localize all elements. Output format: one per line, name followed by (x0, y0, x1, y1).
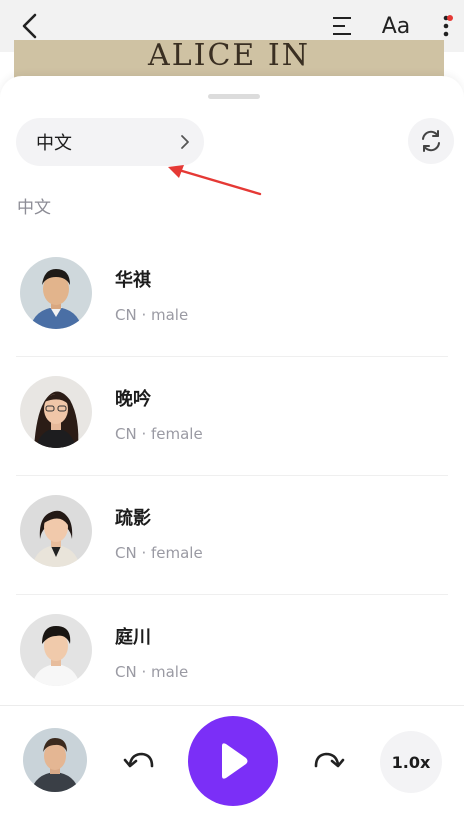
player-bar: 1.0x (0, 705, 464, 830)
voice-meta: CN · female (115, 544, 203, 562)
voice-name: 疏影 (115, 508, 151, 529)
voice-name: 华祺 (115, 270, 151, 291)
language-label: 中文 (36, 133, 72, 154)
voice-meta: CN · male (115, 306, 189, 324)
voice-list: 华祺 CN · male 晚吟 CN · female 疏影 CN · fema… (0, 238, 464, 714)
section-label: 中文 (17, 198, 51, 218)
voice-name: 晚吟 (115, 389, 151, 410)
back-button[interactable] (12, 8, 48, 44)
rewind-button[interactable] (122, 744, 158, 780)
man-suit-avatar (20, 257, 92, 329)
voice-item[interactable]: 疏影 CN · female (0, 476, 464, 595)
forward-icon (314, 752, 345, 768)
rewind-icon (123, 752, 154, 768)
voice-item[interactable]: 晚吟 CN · female (0, 357, 464, 476)
chevron-left-icon (22, 13, 37, 39)
book-banner: ALICE IN WONDERLAND (14, 40, 444, 80)
table-of-contents-button[interactable] (324, 8, 360, 44)
current-voice-avatar[interactable] (23, 728, 87, 792)
play-icon (222, 743, 248, 779)
language-selector-button[interactable]: 中文 (16, 118, 204, 166)
notification-dot (447, 15, 453, 21)
young-man-avatar (20, 614, 92, 686)
voice-name: 庭川 (115, 627, 151, 648)
annotation-arrow-icon (168, 165, 262, 196)
play-button[interactable] (188, 716, 278, 806)
table-of-contents-icon (333, 17, 351, 35)
playback-speed-button[interactable]: 1.0x (380, 731, 442, 793)
voice-meta: CN · female (115, 425, 203, 443)
woman-blazer-avatar (20, 495, 92, 567)
drag-handle[interactable] (208, 94, 260, 99)
voice-item[interactable]: 华祺 CN · male (0, 238, 464, 357)
refresh-button[interactable] (408, 118, 454, 164)
book-title: ALICE IN WONDERLAND (98, 40, 358, 80)
font-settings-button[interactable]: Aa (376, 8, 416, 44)
voice-item[interactable]: 庭川 CN · male (0, 595, 464, 714)
woman-glasses-avatar (20, 376, 92, 448)
forward-button[interactable] (310, 744, 346, 780)
chevron-right-icon (181, 135, 189, 149)
refresh-icon (422, 130, 440, 152)
more-button[interactable] (432, 8, 460, 44)
voice-meta: CN · male (115, 663, 189, 681)
